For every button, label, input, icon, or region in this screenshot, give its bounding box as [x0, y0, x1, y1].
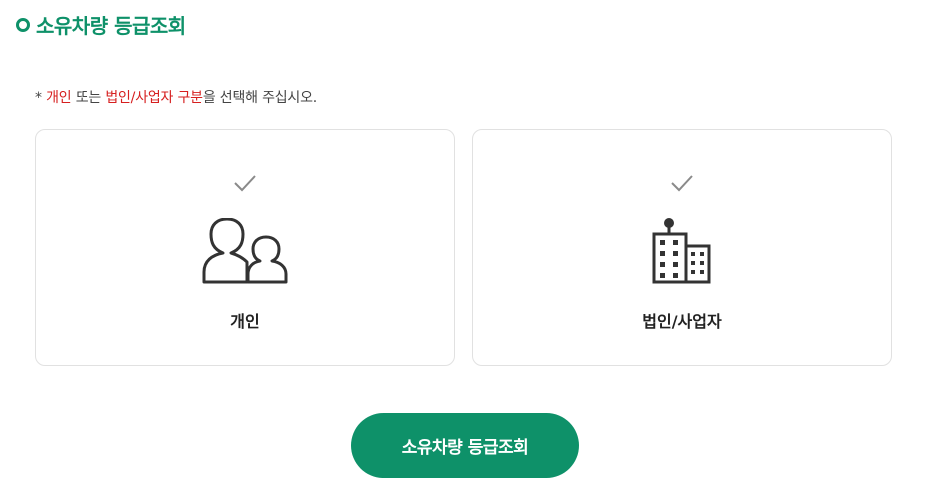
option-label-individual: 개인	[230, 312, 260, 331]
people-icon	[202, 218, 288, 284]
option-card-individual[interactable]: 개인	[35, 129, 455, 366]
check-icon	[234, 175, 256, 192]
check-icon	[671, 175, 693, 192]
selection-notice: * 개인 또는 법인/사업자 구분을 선택해 주십시오.	[35, 87, 317, 107]
notice-asterisk: *	[35, 90, 47, 106]
notice-individual: 개인	[46, 90, 72, 106]
option-card-corporate[interactable]: 법인/사업자	[472, 129, 892, 366]
notice-instruction: 을 선택해 주십시오.	[202, 90, 318, 106]
notice-or: 또는	[71, 90, 106, 106]
page-header: 소유차량 등급조회	[16, 10, 186, 39]
ring-bullet-icon	[16, 17, 30, 32]
notice-corporate: 법인/사업자 구분	[105, 90, 203, 106]
option-label-corporate: 법인/사업자	[642, 312, 722, 331]
page: 소유차량 등급조회 * 개인 또는 법인/사업자 구분을 선택해 주십시오. 개…	[0, 0, 932, 499]
page-title: 소유차량 등급조회	[36, 14, 186, 38]
building-icon	[652, 218, 711, 284]
lookup-grade-button[interactable]: 소유차량 등급조회	[351, 413, 579, 478]
